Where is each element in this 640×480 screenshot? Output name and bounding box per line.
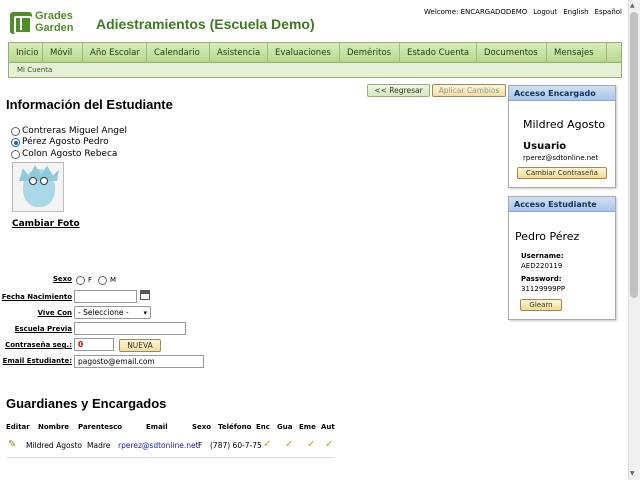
nav-item-mensajes[interactable]: Mensajes xyxy=(547,43,607,63)
student-access-name: Pedro Pérez xyxy=(515,230,580,243)
col-gua: Gua xyxy=(277,423,293,431)
student-info-heading: Información del Estudiante xyxy=(6,97,173,112)
espanol-link[interactable]: Español xyxy=(595,8,622,16)
username-value: AED220119 xyxy=(521,262,563,270)
calendar-icon[interactable] xyxy=(140,290,150,300)
student-label-perez: Pérez Agosto Pedro xyxy=(22,137,109,147)
nav-item-asistencia[interactable]: Asistencia xyxy=(210,43,268,63)
contrasena-label: Contraseña seg.: xyxy=(5,341,72,349)
nav-menu-row: Inicio Móvil Año Escolar Calendario Asis… xyxy=(9,43,621,63)
student-radio-contreras[interactable] xyxy=(11,127,20,136)
student-label-contreras: Contreras Miguel Angel xyxy=(22,126,128,136)
col-telefono: Teléfono xyxy=(218,423,252,431)
col-sexo: Sexo xyxy=(192,423,212,431)
guardian-access-panel: Acceso Encargado Mildred Agosto Usuario … xyxy=(508,85,616,188)
guardian-sex: F xyxy=(198,441,203,450)
vive-con-select[interactable]: - Seleccione - ▾ xyxy=(74,306,151,319)
username-label: Username: xyxy=(521,252,564,260)
eme-check-icon: ✓ xyxy=(307,439,316,450)
email-estudiante-input[interactable]: pagosto@email.com xyxy=(74,355,204,368)
student-photo[interactable] xyxy=(12,162,64,212)
top-links: Welcome: ENCARGADODEMO Logout English Es… xyxy=(424,8,622,16)
usuario-value: rperez@sdtonline.net xyxy=(523,154,599,162)
change-photo-link[interactable]: Cambiar Foto xyxy=(12,219,80,229)
change-password-button[interactable]: Cambiar Contraseña xyxy=(517,167,607,179)
guardian-access-title: Acceso Encargado xyxy=(509,86,615,101)
glearn-button[interactable]: Glearn xyxy=(520,299,562,311)
logo-mark-icon xyxy=(10,12,32,34)
sexo-m-label: M xyxy=(110,276,117,284)
nav-item-evaluaciones[interactable]: Evaluaciones xyxy=(268,43,340,63)
new-password-button[interactable]: NUEVA xyxy=(119,339,161,352)
nav-item-ano-escolar[interactable]: Año Escolar xyxy=(83,43,147,63)
nav-item-inicio[interactable]: Inicio xyxy=(9,43,43,63)
col-nombre: Nombre xyxy=(38,423,70,431)
guardian-relation: Madre xyxy=(87,441,111,450)
password-value: 31129999PP xyxy=(521,285,566,293)
escuela-previa-label: Escuela Previa xyxy=(14,325,72,333)
student-radio-perez[interactable] xyxy=(11,138,20,147)
sexo-f-radio[interactable] xyxy=(76,276,85,285)
aut-check-icon: ✓ xyxy=(325,439,334,450)
welcome-text: Welcome: ENCARGADODEMO xyxy=(424,8,528,16)
student-access-panel: Acceso Estudiante Pedro Pérez Username: … xyxy=(508,196,616,320)
escuela-previa-input[interactable] xyxy=(74,322,186,335)
student-access-title: Acceso Estudiante xyxy=(509,197,615,212)
page-title: Adiestramientos (Escuela Demo) xyxy=(96,16,315,32)
english-link[interactable]: English xyxy=(563,8,588,16)
contrasena-value: 0 xyxy=(74,338,114,351)
enc-check-icon: ✓ xyxy=(263,439,272,450)
col-parentesco: Parentesco xyxy=(78,423,123,431)
edit-pencil-icon[interactable]: ✎ xyxy=(8,439,16,450)
nav-item-movil[interactable]: Móvil xyxy=(43,43,83,63)
col-aut: Aut xyxy=(321,423,335,431)
col-email: Email xyxy=(146,423,168,431)
fecha-nacimiento-input[interactable] xyxy=(74,290,137,303)
usuario-label: Usuario xyxy=(523,141,567,152)
nav-item-demeritos[interactable]: Deméritos xyxy=(340,43,400,63)
scroll-up-icon[interactable]: ▲ xyxy=(630,2,635,9)
sexo-m-radio[interactable] xyxy=(98,276,107,285)
chevron-down-icon: ▾ xyxy=(143,309,147,317)
vive-con-value: - Seleccione - xyxy=(78,308,129,317)
student-radio-colon[interactable] xyxy=(11,150,20,159)
col-editar: Editar xyxy=(6,423,30,431)
guardian-access-name: Mildred Agosto xyxy=(523,118,606,131)
nav-sub-mi-cuenta[interactable]: Mi Cuenta xyxy=(17,66,52,74)
gua-check-icon: ✓ xyxy=(285,439,294,450)
email-estudiante-label: Email Estudiante: xyxy=(2,357,72,365)
sexo-f-label: F xyxy=(88,276,93,284)
password-label: Password: xyxy=(521,275,562,283)
student-label-colon: Colon Agosto Rebeca xyxy=(22,149,118,159)
logo-text-line2: Garden xyxy=(35,22,74,34)
table-divider xyxy=(6,457,334,458)
nav-item-estado-cuenta[interactable]: Estado Cuenta xyxy=(400,43,477,63)
scroll-down-icon[interactable]: ▼ xyxy=(630,470,635,477)
logout-link[interactable]: Logout xyxy=(533,8,557,16)
avatar-eye-icon xyxy=(29,177,37,185)
nav-item-documentos[interactable]: Documentos xyxy=(477,43,547,63)
avatar-hair-icon xyxy=(19,165,59,181)
logo-text-line1: Grades xyxy=(35,10,73,22)
avatar-eye-icon xyxy=(40,177,48,185)
guardian-email-link[interactable]: rperez@sdtonline.net xyxy=(118,441,199,450)
guardians-heading: Guardianes y Encargados xyxy=(6,396,167,411)
col-eme: Eme xyxy=(299,423,316,431)
guardian-name: Mildred Agosto xyxy=(26,441,82,450)
grades-garden-logo[interactable]: Grades Garden xyxy=(10,10,85,36)
guardian-phone: (787) 60-7-75 xyxy=(210,441,262,450)
nav-item-calendario[interactable]: Calendario xyxy=(147,43,210,63)
scrollbar-thumb[interactable] xyxy=(630,12,638,298)
sexo-label: Sexo xyxy=(52,275,72,283)
main-navigation: Inicio Móvil Año Escolar Calendario Asis… xyxy=(8,42,622,78)
back-button[interactable]: << Regresar xyxy=(367,84,430,97)
col-enc: Enc xyxy=(256,423,270,431)
fecha-nacimiento-label: Fecha Nacimiento xyxy=(1,293,72,301)
vive-con-label: Vive Con xyxy=(37,309,72,317)
apply-changes-button[interactable]: Aplicar Cambios xyxy=(432,84,506,97)
